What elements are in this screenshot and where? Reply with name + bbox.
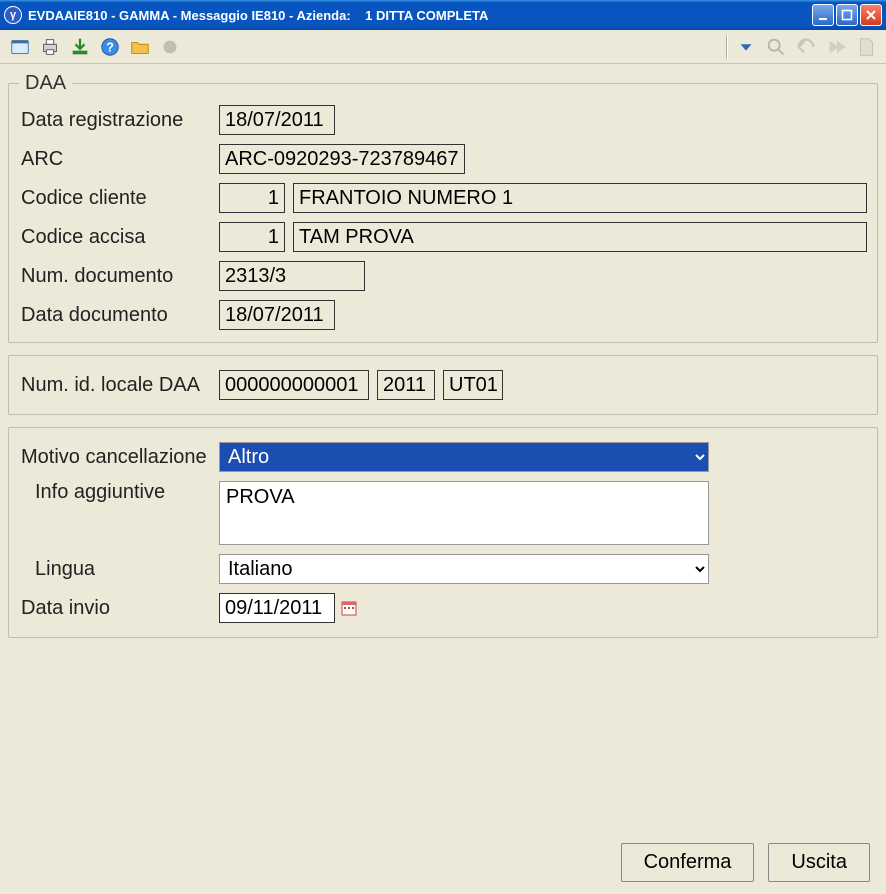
record-button — [156, 33, 184, 61]
forward-button — [822, 33, 850, 61]
help-button[interactable]: ? — [96, 33, 124, 61]
textarea-info[interactable] — [219, 481, 709, 545]
select-lingua[interactable]: Italiano — [219, 554, 709, 584]
app-icon: γ — [4, 6, 22, 24]
label-data-documento: Data documento — [19, 304, 219, 327]
field-codice-cliente-desc: FRANTOIO NUMERO 1 — [293, 183, 867, 213]
field-locale-year: 2011 — [377, 370, 435, 400]
uscita-button[interactable]: Uscita — [768, 843, 870, 882]
window-title: EVDAAIE810 - GAMMA - Messaggio IE810 - A… — [28, 8, 812, 23]
export-button[interactable] — [66, 33, 94, 61]
close-button[interactable] — [860, 4, 882, 26]
label-motivo: Motivo cancellazione — [19, 446, 219, 469]
field-codice-cliente-code: 1 — [219, 183, 285, 213]
preview-button[interactable] — [6, 33, 34, 61]
label-codice-cliente: Codice cliente — [19, 187, 219, 210]
locale-daa-group: Num. id. locale DAA 000000000001 2011 UT… — [8, 355, 878, 415]
calendar-icon[interactable] — [341, 600, 357, 616]
field-locale-id: 000000000001 — [219, 370, 369, 400]
cancellazione-group: Motivo cancellazione Altro Info aggiunti… — [8, 427, 878, 638]
toolbar-separator — [726, 35, 728, 59]
label-num-id-locale: Num. id. locale DAA — [19, 374, 219, 397]
field-codice-accisa-desc: TAM PROVA — [293, 222, 867, 252]
select-motivo[interactable]: Altro — [219, 442, 709, 472]
svg-text:?: ? — [106, 39, 114, 54]
titlebar: γ EVDAAIE810 - GAMMA - Messaggio IE810 -… — [0, 0, 886, 30]
field-arc: ARC-0920293-723789467 — [219, 144, 465, 174]
document-button — [852, 33, 880, 61]
field-data-registrazione: 18/07/2011 — [219, 105, 335, 135]
field-data-invio[interactable]: 09/11/2011 — [219, 593, 335, 623]
daa-group: DAA Data registrazione 18/07/2011 ARC AR… — [8, 72, 878, 343]
field-locale-ut: UT01 — [443, 370, 503, 400]
label-lingua: Lingua — [19, 558, 219, 581]
field-data-documento: 18/07/2011 — [219, 300, 335, 330]
label-codice-accisa: Codice accisa — [19, 226, 219, 249]
label-data-registrazione: Data registrazione — [19, 109, 219, 132]
footer-buttons: Conferma Uscita — [621, 843, 870, 882]
dropdown-button[interactable] — [732, 33, 760, 61]
label-num-documento: Num. documento — [19, 265, 219, 288]
label-arc: ARC — [19, 148, 219, 171]
search-button — [762, 33, 790, 61]
minimize-button[interactable] — [812, 4, 834, 26]
folder-button[interactable] — [126, 33, 154, 61]
label-info: Info aggiuntive — [19, 481, 219, 504]
print-button[interactable] — [36, 33, 64, 61]
undo-button — [792, 33, 820, 61]
label-data-invio: Data invio — [19, 597, 219, 620]
field-codice-accisa-code: 1 — [219, 222, 285, 252]
toolbar: ? — [0, 30, 886, 64]
daa-legend: DAA — [19, 72, 72, 95]
maximize-button[interactable] — [836, 4, 858, 26]
field-num-documento: 2313/3 — [219, 261, 365, 291]
conferma-button[interactable]: Conferma — [621, 843, 755, 882]
